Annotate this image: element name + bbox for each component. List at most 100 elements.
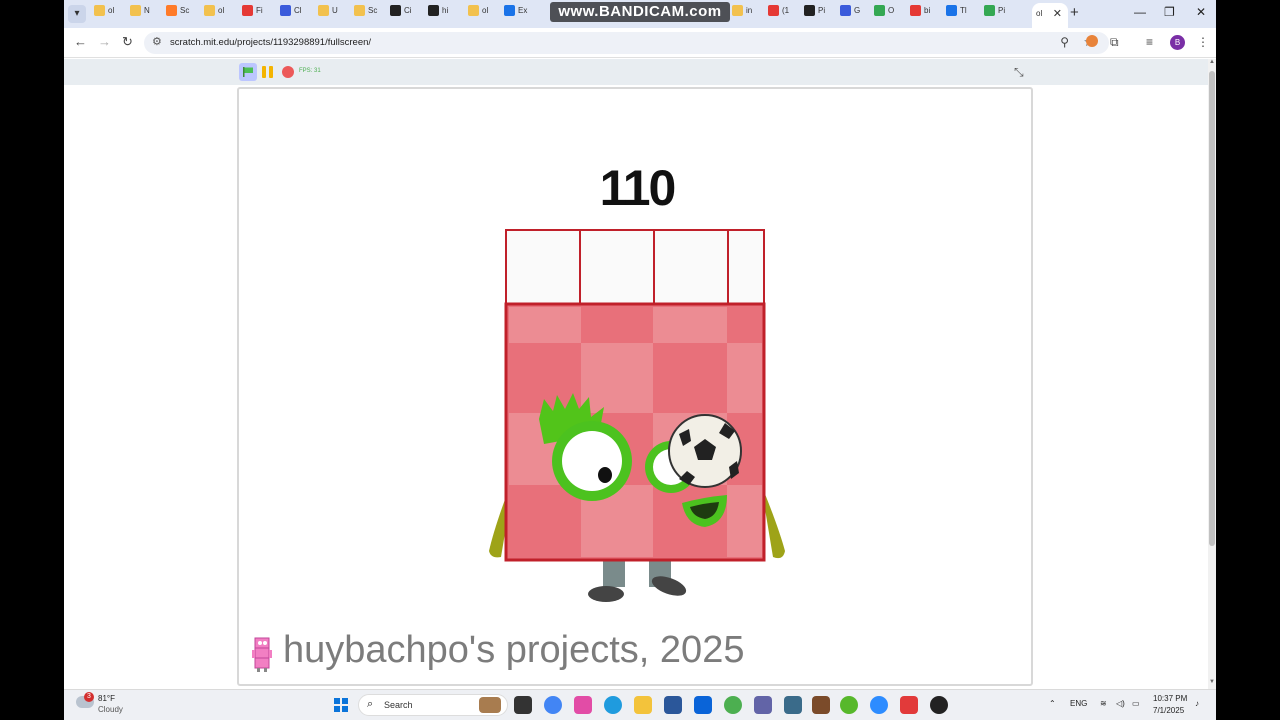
browser-tab[interactable]: Fi <box>242 5 278 23</box>
tab-strip: ▾ ol N Sc ol Fi Cl U Sc Ci hi ol Ex in (1 Pi G Obi Tl Pi w… <box>64 0 1216 28</box>
browser-tab[interactable]: G <box>840 5 876 23</box>
white-block-row <box>505 229 765 305</box>
browser-tab[interactable]: N <box>130 5 166 23</box>
browser-toolbar: ← → ↻ ⚙ scratch.mit.edu/projects/1193298… <box>64 28 1216 58</box>
green-flag-button[interactable] <box>239 63 257 81</box>
site-info-icon[interactable]: ⚙ <box>152 35 162 48</box>
recorder-icon[interactable] <box>930 696 948 714</box>
file-explorer-icon[interactable] <box>634 696 652 714</box>
taskbar-search[interactable]: ⌕ Search <box>358 694 508 716</box>
game-icon[interactable] <box>812 696 830 714</box>
close-window-icon[interactable]: ✕ <box>1196 5 1206 19</box>
browser-tab[interactable]: Ci <box>390 5 426 23</box>
scratch-stage[interactable]: 110 huybachpo's projects, 2025 <box>237 87 1033 686</box>
browser-tab[interactable]: Ex <box>504 5 540 23</box>
tab-label: ol <box>218 6 225 15</box>
battery-icon[interactable]: ▭ <box>1132 699 1140 708</box>
url-text[interactable]: scratch.mit.edu/projects/1193298891/full… <box>170 37 371 48</box>
extension-icon[interactable] <box>1086 35 1098 47</box>
weather-temp[interactable]: 81°F <box>98 694 115 703</box>
tab-label: ol <box>482 6 489 15</box>
zoom-app-icon[interactable] <box>870 696 888 714</box>
notification-bell-icon[interactable]: ♪ <box>1195 699 1199 708</box>
left-pupil <box>598 467 612 483</box>
reload-icon[interactable]: ↻ <box>122 34 133 50</box>
tab-favicon-icon <box>946 5 957 16</box>
address-bar[interactable]: ⚙ scratch.mit.edu/projects/1193298891/fu… <box>144 32 1109 54</box>
weather-condition[interactable]: Cloudy <box>98 705 123 714</box>
tab-label: Sc <box>368 6 378 15</box>
soccer-ball-icon <box>668 414 742 488</box>
numberblock-character <box>489 229 785 602</box>
taskbar-search-label: Search <box>384 700 413 710</box>
app-icon[interactable] <box>784 696 802 714</box>
scroll-down-arrow-icon[interactable]: ▼ <box>1209 679 1215 685</box>
tab-search-button[interactable]: ▾ <box>68 5 86 23</box>
tab-favicon-icon <box>910 5 921 16</box>
browser-tab[interactable]: Sc <box>354 5 390 23</box>
chevron-up-icon[interactable]: ⌃ <box>1049 699 1056 708</box>
back-arrow-icon[interactable]: ← <box>74 34 87 49</box>
pause-button[interactable] <box>262 66 274 78</box>
browser-tab[interactable]: Pi <box>984 5 1020 23</box>
tab-label: bi <box>924 6 931 15</box>
minimize-icon[interactable]: — <box>1134 5 1146 19</box>
app-red-icon[interactable] <box>900 696 918 714</box>
clock-time[interactable]: 10:37 PM <box>1153 694 1187 703</box>
page-scrollbar[interactable]: ▲ ▼ <box>1208 59 1216 689</box>
wifi-icon[interactable]: ≋ <box>1100 699 1107 708</box>
profile-avatar[interactable]: B <box>1170 35 1185 50</box>
scrollbar-thumb[interactable] <box>1209 71 1215 546</box>
tab-label: Tl <box>960 6 967 15</box>
green-flag-icon <box>243 67 253 77</box>
browser-tab[interactable]: ol <box>94 5 130 23</box>
browser-tab[interactable]: O <box>874 5 910 23</box>
volume-icon[interactable]: ◁) <box>1116 699 1125 708</box>
left-shoe <box>588 586 624 602</box>
teams-icon[interactable] <box>754 696 772 714</box>
edge-icon[interactable] <box>604 696 622 714</box>
scroll-up-arrow-icon[interactable]: ▲ <box>1209 59 1215 65</box>
app-green-icon[interactable] <box>724 696 742 714</box>
exit-fullscreen-icon[interactable]: ⤡ <box>1014 65 1024 80</box>
zoom-icon[interactable]: ⚲ <box>1060 35 1069 49</box>
menu-kebab-icon[interactable]: ⋮ <box>1197 35 1209 49</box>
task-view-icon[interactable] <box>514 696 532 714</box>
browser-tab[interactable]: Tl <box>946 5 982 23</box>
new-tab-button[interactable]: + <box>1070 4 1079 21</box>
tab-active-label: ol <box>1036 9 1043 18</box>
browser-tab[interactable]: Cl <box>280 5 316 23</box>
browser-tab[interactable]: Sc <box>166 5 202 23</box>
browser-tab[interactable]: U <box>318 5 354 23</box>
windows-start-icon[interactable] <box>334 698 348 712</box>
tab-favicon-icon <box>280 5 291 16</box>
tab-active[interactable]: ol ✕ <box>1032 3 1068 28</box>
right-arm <box>765 494 785 559</box>
tab-favicon-icon <box>840 5 851 16</box>
weather-badge: 3 <box>84 692 94 702</box>
chrome-icon[interactable] <box>544 696 562 714</box>
extensions-puzzle-icon[interactable]: ⧉ <box>1110 35 1119 50</box>
copilot-icon[interactable] <box>574 696 592 714</box>
store-icon[interactable] <box>664 696 682 714</box>
tab-label: ol <box>108 6 115 15</box>
browser-tab[interactable]: ol <box>204 5 240 23</box>
browser-tab[interactable]: Pi <box>804 5 840 23</box>
browser-tab[interactable]: bi <box>910 5 946 23</box>
reading-list-icon[interactable]: ≡ <box>1146 35 1153 49</box>
outlook-icon[interactable] <box>694 696 712 714</box>
close-tab-icon[interactable]: ✕ <box>1053 7 1062 20</box>
language-indicator[interactable]: ENG <box>1070 699 1087 708</box>
tab-label: Ci <box>404 6 412 15</box>
browser-tab[interactable]: ol <box>468 5 504 23</box>
tab-favicon-icon <box>468 5 479 16</box>
forward-arrow-icon[interactable]: → <box>98 34 111 49</box>
restore-icon[interactable]: ❐ <box>1164 5 1175 19</box>
stop-button[interactable] <box>282 66 294 78</box>
clock-date[interactable]: 7/1/2025 <box>1153 706 1184 715</box>
browser-tab[interactable]: (1 <box>768 5 804 23</box>
browser-tab[interactable]: in <box>732 5 768 23</box>
browser-tab[interactable]: hi <box>428 5 464 23</box>
tab-label: Sc <box>180 6 190 15</box>
duolingo-icon[interactable] <box>840 696 858 714</box>
